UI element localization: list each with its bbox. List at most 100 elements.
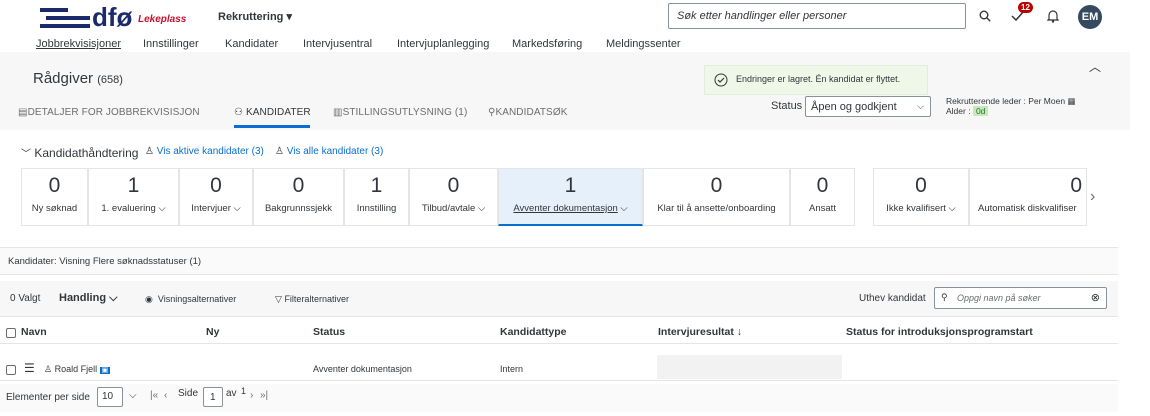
collapse-header-icon[interactable]: ︿ (1089, 58, 1101, 75)
tile-tilbud-avtale[interactable]: 0 Tilbud/avtale ⌵ (409, 168, 498, 226)
chevron-down-icon: ﹀ (21, 149, 31, 160)
tile-count: 1 (564, 174, 577, 197)
notification-badge: 12 (1018, 2, 1033, 13)
show-all-candidates-link[interactable]: ♙ Vis alle kandidater (3) (275, 146, 383, 157)
profile-card-icon[interactable]: ▣ (99, 367, 111, 374)
module-menu-button[interactable]: Rekruttering ▾ (218, 10, 292, 23)
last-page-icon[interactable]: »| (260, 390, 268, 401)
nav-innstillinger[interactable]: Innstillinger (143, 38, 199, 50)
previous-page-icon[interactable]: ‹ (164, 390, 167, 401)
tile-bakgrunnssjekk[interactable]: 0 Bakgrunnssjekk (253, 168, 344, 226)
tab-details[interactable]: ▤DETALJER FOR JOBBREKVISISJON (18, 107, 200, 118)
column-intro-status[interactable]: Status for introduksjonsprogramstart (846, 326, 1033, 338)
tile-count: 0 (816, 174, 829, 197)
contact-card-icon[interactable]: ▦ (1067, 96, 1075, 106)
highlight-candidate-input[interactable]: ⚲ Oppgi navn på søker ⊗ (934, 287, 1107, 309)
nav-jobbrekvisisjoner[interactable]: Jobbrekvisisjoner (36, 38, 121, 50)
column-status[interactable]: Status (313, 326, 345, 338)
clear-icon[interactable]: ⊗ (1091, 291, 1100, 304)
user-avatar[interactable]: EM (1078, 5, 1102, 29)
tile-ny-soknad[interactable]: 0 Ny søknad (21, 168, 88, 226)
page-input-value: 1 (210, 392, 216, 403)
candidate-type: Intern (500, 364, 524, 374)
column-navn[interactable]: Navn (21, 326, 47, 338)
posting-icon: ▥ (333, 107, 343, 118)
page-title: Rådgiver (658) (33, 70, 123, 87)
tile-label: Ansatt (809, 203, 836, 214)
action-menu-label: Handling (59, 292, 107, 304)
row-checkbox[interactable] (6, 365, 16, 375)
nav-intervjuplanlegging[interactable]: Intervjuplanlegging (397, 38, 489, 50)
brand-subtitle: Lekeplass (138, 14, 187, 25)
tile-label: Automatisk diskvalifiser (978, 203, 1077, 214)
column-intervjuresultat[interactable]: Intervjuresultat ↓ (658, 326, 742, 338)
per-page-value: 10 (102, 391, 114, 402)
tile-intervjuer[interactable]: 0 Intervjuer ⌵ (179, 168, 253, 226)
tab-job-posting-label: STILLINGSUTLYSNING (1) (342, 107, 468, 118)
hamburger-menu-icon[interactable]: ☰ (24, 361, 35, 375)
tab-candidates[interactable]: ⚇ KANDIDATER (234, 107, 311, 118)
active-tab-indicator (234, 125, 310, 128)
column-ny[interactable]: Ny (206, 326, 219, 338)
status-select[interactable]: Åpen og godkjent ⌵ (805, 96, 931, 117)
table-row[interactable] (0, 353, 1118, 381)
tab-candidate-search[interactable]: ⚲KANDIDATSØK (488, 107, 567, 118)
search-icon: ⚲ (941, 292, 948, 302)
filter-options-button[interactable]: ▽ Filteralternativer (275, 294, 349, 305)
tile-forste-evaluering[interactable]: 1 1. evaluering ⌵ (88, 168, 179, 226)
success-message: Endringer er lagret. Én kandidat er flyt… (704, 65, 928, 95)
age-label: Alder : (946, 106, 971, 116)
action-menu-button[interactable]: Handling ⌵ (59, 292, 117, 305)
tile-avventer-dokumentasjon[interactable]: 1 Avventer dokumentasjon ⌵ (498, 168, 643, 226)
nav-meldingssenter[interactable]: Meldingssenter (606, 38, 681, 50)
tab-details-label: DETALJER FOR JOBBREKVISISJON (27, 107, 200, 118)
per-page-select[interactable]: 10 (97, 387, 123, 407)
tile-ikke-kvalifisert[interactable]: 0 Ikke kvalifisert ⌵ (873, 168, 969, 226)
tile-count: 0 (48, 174, 61, 197)
page-input[interactable]: 1 (203, 387, 223, 407)
show-active-candidates-link[interactable]: ♙ Vis aktive kandidater (3) (145, 146, 264, 157)
tile-label: Intervjuer ⌵ (191, 203, 241, 214)
tab-job-posting[interactable]: ▥STILLINGSUTLYSNING (1) (333, 107, 467, 118)
nav-intervjusentral[interactable]: Intervjusentral (303, 38, 372, 50)
candidate-handling-label: Kandidathåndtering (34, 146, 139, 160)
tile-count: 0 (1070, 174, 1082, 197)
tile-label: Ikke kvalifisert ⌵ (886, 203, 956, 214)
tile-automatisk-diskvalifiser[interactable]: 0 Automatisk diskvalifiser (969, 168, 1087, 226)
nav-kandidater[interactable]: Kandidater (225, 38, 278, 50)
candidate-name-link[interactable]: ♙ Roald Fjell ▣ (44, 364, 111, 375)
tile-count: 0 (292, 174, 305, 197)
view-options-button[interactable]: ◉ Visningsalternativer (145, 294, 236, 305)
highlight-candidate-label: Uthev kandidat (859, 293, 926, 304)
caret-down-icon: ▾ (286, 11, 292, 23)
tile-klar-til-ansette[interactable]: 0 Klar til å ansette/onboarding (643, 168, 790, 226)
of-label: av (226, 388, 237, 399)
column-kandidattype[interactable]: Kandidattype (500, 326, 567, 338)
tile-count: 0 (915, 174, 927, 197)
tile-ansatt[interactable]: 0 Ansatt (790, 168, 855, 226)
tile-count: 0 (447, 174, 460, 197)
status-label: Status (771, 100, 803, 112)
candidate-status: Avventer dokumentasjon (313, 364, 412, 374)
chevron-right-icon[interactable]: › (1090, 188, 1095, 206)
chevron-down-icon[interactable]: ⌵ (129, 390, 137, 401)
tile-label: Tilbud/avtale ⌵ (421, 203, 486, 214)
pagination-bar (0, 384, 1118, 412)
age-value: 0d (972, 106, 989, 116)
filter-options-label: Filteralternativer (284, 294, 349, 304)
next-page-icon[interactable]: › (250, 390, 253, 401)
candidate-handling-title[interactable]: ﹀ Kandidathåndtering (21, 145, 138, 160)
chevron-down-icon: ⌵ (109, 292, 118, 304)
select-all-checkbox[interactable] (6, 328, 16, 338)
eye-icon: ◉ (145, 294, 153, 304)
bell-icon[interactable] (1042, 5, 1064, 27)
tile-label: Klar til å ansette/onboarding (657, 203, 776, 214)
search-icon[interactable] (974, 5, 996, 27)
nav-markedsforing[interactable]: Markedsføring (512, 38, 582, 50)
chevron-down-icon: ⌵ (917, 101, 924, 111)
first-page-icon[interactable]: |« (150, 390, 158, 401)
tile-innstilling[interactable]: 1 Innstilling (344, 168, 409, 226)
filter-icon: ▽ (275, 294, 282, 304)
global-search-input[interactable]: Søk etter handlinger eller personer (668, 3, 966, 29)
tile-label: Innstilling (356, 203, 397, 214)
